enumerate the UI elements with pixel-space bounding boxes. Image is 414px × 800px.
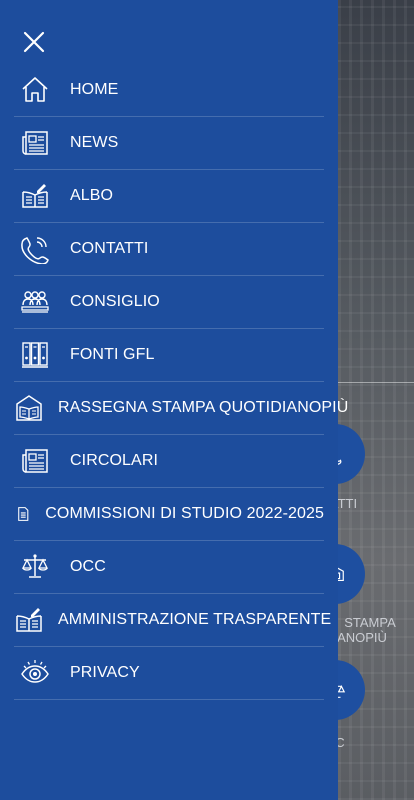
menu-item-label: CONSIGLIO [70, 293, 160, 310]
drawer-menu: HOME NEWS ALBO CONTATTI CONSIGLIO FONTI … [14, 64, 348, 700]
menu-item-label: HOME [70, 81, 119, 98]
close-button[interactable] [22, 30, 46, 54]
book-pen-icon [14, 170, 56, 222]
binders-icon [14, 329, 56, 381]
scales-icon [14, 541, 56, 593]
menu-item-circolari[interactable]: CIRCOLARI [14, 435, 324, 488]
home-icon [14, 64, 56, 116]
book-pen-icon [14, 594, 44, 646]
menu-item-rassegna-stampa[interactable]: RASSEGNA STAMPA QUOTIDIANOPIÙ [14, 382, 348, 435]
menu-item-label: COMMISSIONI DI STUDIO 2022-2025 [45, 505, 324, 522]
newspaper-icon [14, 435, 56, 487]
menu-item-amministrazione-trasparente[interactable]: AMMINISTRAZIONE TRASPARENTE [14, 594, 331, 647]
phone-icon [14, 223, 56, 275]
menu-item-privacy[interactable]: PRIVACY [14, 647, 324, 700]
menu-item-label: CIRCOLARI [70, 452, 159, 469]
navigation-drawer: HOME NEWS ALBO CONTATTI CONSIGLIO FONTI … [0, 0, 348, 800]
menu-item-label: FONTI GFL [70, 346, 155, 363]
menu-item-label: CONTATTI [70, 240, 149, 257]
menu-item-news[interactable]: NEWS [14, 117, 324, 170]
menu-item-label: NEWS [70, 134, 119, 151]
people-icon [14, 276, 56, 328]
document-icon [14, 488, 31, 540]
menu-item-home[interactable]: HOME [14, 64, 324, 117]
newspaper-icon [14, 117, 56, 169]
close-icon [23, 31, 45, 53]
eye-icon [14, 647, 56, 699]
menu-item-label: AMMINISTRAZIONE TRASPARENTE [58, 611, 332, 628]
background-divider [338, 382, 414, 383]
menu-item-label: PRIVACY [70, 664, 140, 681]
menu-item-contatti[interactable]: CONTATTI [14, 223, 324, 276]
menu-item-occ[interactable]: OCC [14, 541, 324, 594]
menu-item-label: ALBO [70, 187, 114, 204]
menu-item-label: OCC [70, 558, 106, 575]
open-book-house-icon [14, 382, 44, 434]
menu-item-consiglio[interactable]: CONSIGLIO [14, 276, 324, 329]
menu-item-fonti-gfl[interactable]: FONTI GFL [14, 329, 324, 382]
menu-item-commissioni[interactable]: COMMISSIONI DI STUDIO 2022-2025 [14, 488, 324, 541]
menu-item-albo[interactable]: ALBO [14, 170, 324, 223]
bg-rassegna-label-1: STAMPA [344, 615, 396, 630]
menu-item-label: RASSEGNA STAMPA QUOTIDIANOPIÙ [58, 399, 349, 416]
